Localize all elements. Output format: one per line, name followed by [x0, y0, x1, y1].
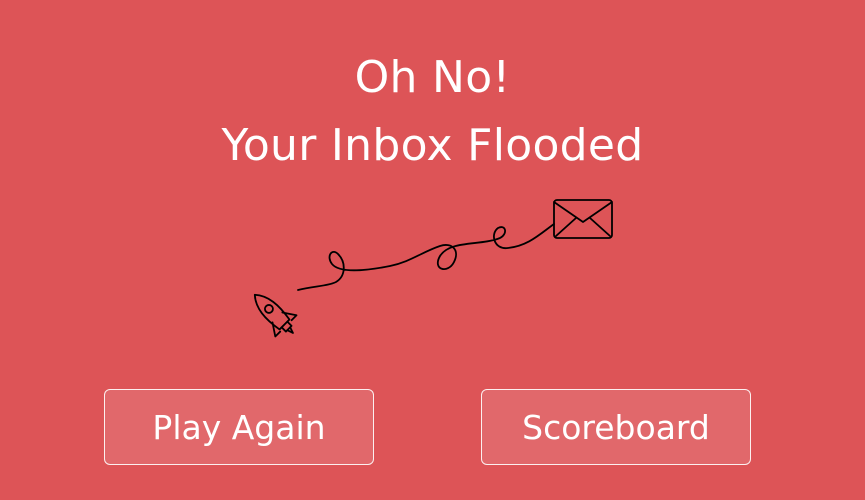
play-again-button[interactable]: Play Again — [104, 389, 374, 465]
scoreboard-button[interactable]: Scoreboard — [481, 389, 751, 465]
rocket-trail-illustration — [253, 199, 613, 338]
game-over-subheading: Your Inbox Flooded — [221, 120, 644, 171]
rocket-icon — [253, 293, 298, 338]
game-over-screen: Oh No! Your Inbox Flooded Play Again Sco… — [0, 0, 865, 500]
game-over-heading: Oh No! — [354, 52, 511, 103]
rocket-trail-line — [297, 223, 555, 291]
envelope-icon — [553, 199, 613, 239]
